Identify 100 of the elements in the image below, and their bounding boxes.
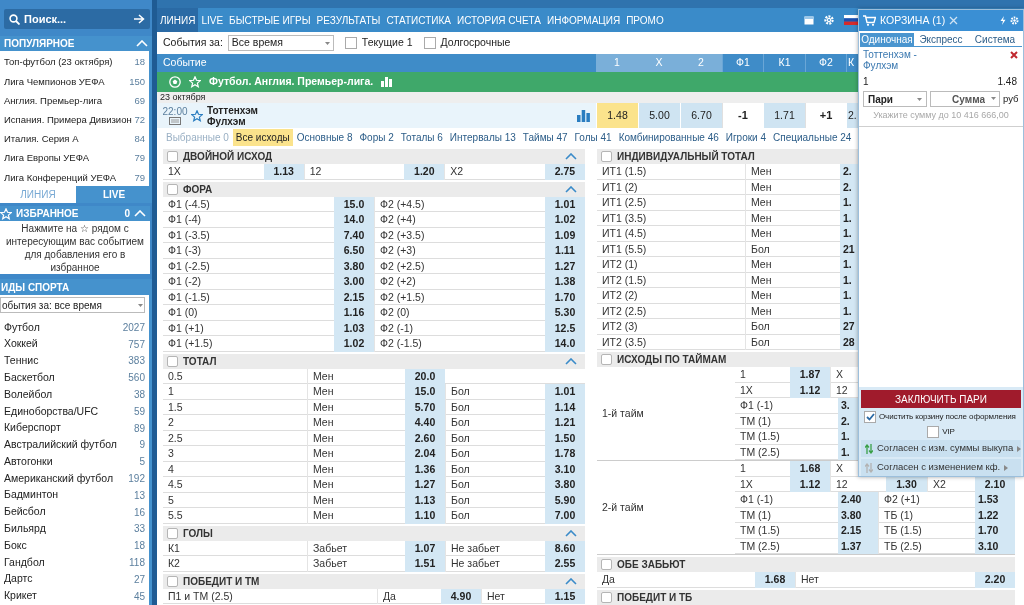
place-bet-button[interactable]: ЗАКЛЮЧИТЬ ПАРИ	[861, 390, 1021, 408]
odds-cell[interactable]: 2.20	[975, 572, 1015, 588]
settings-icon[interactable]	[1010, 16, 1019, 25]
odds-cell[interactable]: 1.48	[596, 103, 638, 128]
close-icon[interactable]	[949, 16, 959, 25]
search-input[interactable]: Поиск...	[24, 10, 129, 28]
chevron-up-icon[interactable]	[565, 357, 577, 365]
odds-cell[interactable]: 14.0	[545, 336, 585, 352]
nav-tab[interactable]: ИНФОРМАЦИЯ	[544, 8, 624, 32]
nav-tab[interactable]: ПРОМО	[623, 8, 667, 32]
filter-link[interactable]: Интервалы 13	[446, 129, 519, 146]
filter-link[interactable]: Игроки 4	[722, 129, 770, 146]
odds-cell[interactable]: 5.00	[638, 103, 680, 128]
filter-link[interactable]: Тоталы 6	[397, 129, 446, 146]
filter-link[interactable]: Комбинированные 46	[615, 129, 722, 146]
odds-cell[interactable]: 3.00	[334, 274, 374, 290]
amount-field[interactable]: Сумма	[930, 91, 1000, 107]
sidebar-item[interactable]: Лига Европы УЕФА 79	[0, 148, 149, 169]
odds-cell[interactable]: 1.13	[263, 164, 304, 180]
arrow-right-icon[interactable]	[133, 14, 145, 24]
checkbox[interactable]	[601, 591, 612, 603]
remove-icon[interactable]	[1010, 51, 1018, 59]
chevron-up-icon[interactable]	[565, 185, 577, 193]
agreement-option[interactable]: Согласен с изм. суммы выкупа	[861, 440, 1021, 457]
filter-link[interactable]: Основные 8	[293, 129, 356, 146]
odds-cell[interactable]: 7.00	[545, 508, 585, 524]
odds-cell[interactable]: 2.55	[545, 556, 585, 572]
sidebar-item[interactable]: Единоборства/UFC 59	[0, 403, 149, 420]
sidebar-item[interactable]: Дартс 27	[0, 570, 149, 588]
filter-link[interactable]: Форы 2	[356, 129, 397, 146]
filter-link[interactable]: Таймы 47	[519, 129, 571, 146]
calendar-icon[interactable]	[804, 15, 814, 25]
agreement-option[interactable]: Согласен с изменением кф.	[861, 459, 1021, 476]
checkbox[interactable]	[167, 575, 178, 587]
sidebar-item[interactable]: Гандбол 118	[0, 554, 149, 571]
odds-cell[interactable]: 2.15	[838, 523, 878, 539]
sidebar-item[interactable]: Италия. Серия А 84	[0, 129, 149, 149]
odds-cell[interactable]: 1.02	[545, 212, 585, 228]
period-select[interactable]: Все время	[227, 35, 334, 51]
sidebar-item[interactable]: Лига Конференций УЕФА 79	[0, 168, 149, 188]
sidebar-item[interactable]: Австралийский футбол 9	[0, 436, 149, 454]
checkbox[interactable]	[167, 183, 178, 195]
sidebar-item[interactable]: Топ-футбол (23 октября) 18	[0, 53, 149, 73]
sidebar-item[interactable]: Теннис 383	[0, 352, 149, 370]
sidebar-item[interactable]: Футбол 2027	[0, 319, 149, 336]
sidebar-item[interactable]: Бейсбол 16	[0, 503, 149, 521]
odds-cell[interactable]: 2.75	[545, 164, 585, 180]
odds-cell[interactable]: 1.27	[405, 477, 445, 493]
checkbox[interactable]	[601, 559, 612, 570]
nav-tab[interactable]: РЕЗУЛЬТАТЫ	[313, 8, 384, 32]
odds-cell[interactable]: 3.80	[545, 477, 585, 493]
odds-cell[interactable]: 1.01	[545, 384, 585, 400]
nav-tab[interactable]: СТАТИСТИКА	[383, 8, 454, 32]
checkbox[interactable]	[864, 411, 876, 423]
odds-cell[interactable]: 1.	[840, 195, 858, 211]
sidebar-item[interactable]: Хоккей 757	[0, 335, 149, 353]
odds-cell[interactable]: 4.40	[405, 415, 445, 431]
sidebar-item[interactable]: Лига Чемпионов УЕФА 150	[0, 72, 149, 92]
sidebar-item[interactable]: Автогонки 5	[0, 453, 149, 471]
bar-chart-icon[interactable]	[577, 109, 590, 122]
odds-cell[interactable]: 1.53	[975, 492, 1015, 508]
star-icon[interactable]	[191, 109, 203, 122]
lightning-icon[interactable]	[1000, 16, 1006, 25]
sidebar-item[interactable]: Бадминтон 13	[0, 486, 149, 504]
odds-cell[interactable]: 1.68	[755, 572, 795, 588]
odds-cell[interactable]: 1.	[840, 288, 858, 304]
checkbox[interactable]	[167, 527, 178, 539]
odds-cell[interactable]: 1.70	[975, 523, 1015, 539]
sidebar-item[interactable]: Испания. Примера Дивизион 72	[0, 110, 149, 130]
checkbox[interactable]	[423, 37, 436, 49]
sidebar-item[interactable]: Киберспорт 89	[0, 419, 149, 437]
odds-cell[interactable]: 1.51	[405, 556, 445, 572]
filter-link[interactable]: Голы 41	[571, 129, 615, 146]
checkbox[interactable]	[601, 151, 612, 162]
odds-cell[interactable]: 6.70	[680, 103, 722, 128]
filter-link[interactable]: Специальные 24	[770, 129, 855, 146]
bet-type-select[interactable]: Пари	[863, 91, 927, 107]
odds-cell[interactable]: 1.10	[405, 508, 445, 524]
chevron-up-icon[interactable]	[565, 153, 577, 160]
checkbox[interactable]	[167, 151, 178, 162]
checkbox[interactable]	[927, 426, 940, 438]
flag-icon[interactable]	[844, 15, 858, 25]
odds-cell[interactable]: 1.	[840, 257, 858, 273]
odds-cell[interactable]: 14.0	[334, 212, 374, 228]
checkbox[interactable]	[167, 355, 178, 367]
odds-cell[interactable]: 1.38	[545, 274, 585, 290]
odds-cell[interactable]: 1.02	[334, 336, 374, 352]
settings-icon[interactable]	[823, 14, 835, 26]
nav-tab[interactable]: БЫСТРЫЕ ИГРЫ	[226, 8, 314, 32]
chevron-up-icon[interactable]	[565, 529, 577, 537]
odds-cell[interactable]: 5.30	[545, 305, 585, 321]
odds-cell[interactable]: 1.78	[545, 446, 585, 462]
sidebar-item[interactable]: Бильярд 33	[0, 520, 149, 538]
sidebar-item[interactable]: Англия. Премьер-лига 69	[0, 91, 149, 111]
chevron-up-icon[interactable]	[565, 577, 577, 585]
odds-cell[interactable]: 6.50	[334, 243, 374, 259]
period-select[interactable]: обытия за: все время	[0, 297, 145, 313]
bar-chart-icon[interactable]	[381, 77, 393, 87]
odds-cell[interactable]: 1.87	[790, 367, 830, 383]
nav-tab[interactable]: ЛИНИЯ	[157, 8, 199, 32]
